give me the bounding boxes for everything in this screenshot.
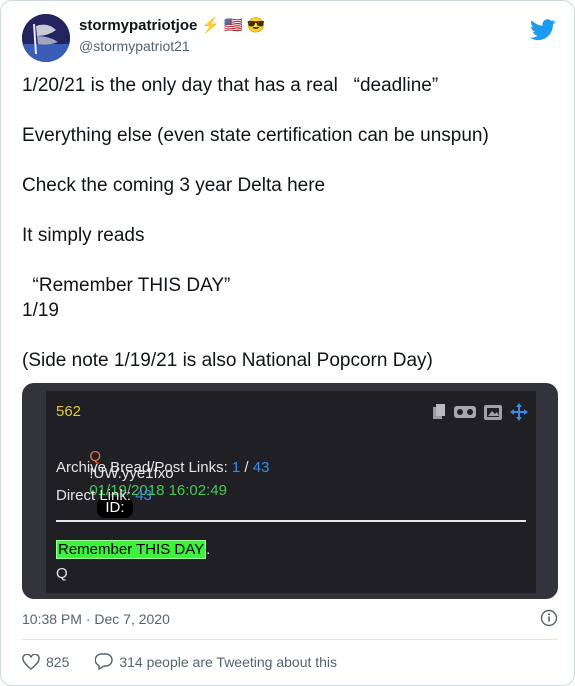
us-flag-emoji-icon: 🇺🇸 bbox=[224, 17, 243, 34]
tweet-text-line: (Side note 1/19/21 is also National Popc… bbox=[22, 350, 433, 371]
archive-label: Archive Bread/Post Links: bbox=[56, 459, 228, 476]
tweet-text-line: 1/20/21 is the only day that has a real … bbox=[22, 75, 439, 96]
twitter-bird-icon[interactable] bbox=[530, 19, 556, 46]
highlight-suffix: . bbox=[206, 541, 211, 558]
embedded-screenshot[interactable]: 562 Q !UW.yye1fxo 01/19/2018 16:02:49 ID… bbox=[22, 383, 558, 599]
lightning-emoji-icon: ⚡ bbox=[201, 17, 221, 34]
tweet-timestamp[interactable]: 10:38 PM · Dec 7, 2020 bbox=[22, 611, 170, 627]
divider bbox=[22, 639, 558, 640]
like-count: 825 bbox=[46, 653, 70, 670]
direct-link-label: Direct Link: bbox=[56, 487, 132, 504]
archive-link-2[interactable]: 43 bbox=[253, 459, 270, 476]
tweet-text-line: Everything else (even state certificatio… bbox=[22, 125, 489, 146]
tweet-actions: 825 314 people are Tweeting about this bbox=[22, 653, 363, 670]
info-icon[interactable] bbox=[540, 609, 558, 632]
archive-separator: / bbox=[240, 459, 253, 476]
tweet-card: stormypatriotjoe ⚡ 🇺🇸 😎 @stormypatriot21… bbox=[0, 0, 575, 686]
avatar-flag-image bbox=[22, 14, 70, 62]
vr-headset-icon bbox=[454, 406, 476, 418]
tweet-text-line: It simply reads bbox=[22, 225, 145, 246]
conversation-action[interactable]: 314 people are Tweeting about this bbox=[95, 653, 337, 670]
image-icon bbox=[484, 404, 502, 420]
tweet-text-line: “Remember THIS DAY” bbox=[22, 275, 231, 296]
conversation-text: 314 people are Tweeting about this bbox=[119, 653, 338, 670]
archive-link-1[interactable]: 1 bbox=[232, 459, 240, 476]
direct-link[interactable]: 43 bbox=[135, 487, 152, 504]
highlighted-text: Remember THIS DAY bbox=[56, 540, 207, 559]
reply-bubble-icon bbox=[95, 653, 114, 670]
post-toolbar bbox=[432, 403, 528, 421]
q-post: 562 Q !UW.yye1fxo 01/19/2018 16:02:49 ID… bbox=[46, 391, 536, 593]
heart-icon bbox=[22, 653, 40, 670]
post-header: Q !UW.yye1fxo 01/19/2018 16:02:49 ID: bbox=[56, 431, 227, 533]
user-handle[interactable]: @stormypatriot21 bbox=[79, 38, 190, 54]
avatar[interactable] bbox=[22, 14, 70, 62]
post-number: 562 bbox=[56, 403, 82, 420]
post-signature: Q bbox=[56, 565, 68, 582]
post-message: Remember THIS DAY. bbox=[56, 540, 211, 559]
post-divider bbox=[56, 520, 526, 522]
copy-icon bbox=[433, 404, 445, 419]
tweet-text-line: 1/19 bbox=[22, 300, 59, 321]
direct-link-row: Direct Link: 43 bbox=[56, 487, 152, 504]
archive-links-row: Archive Bread/Post Links: 1 / 43 bbox=[56, 459, 269, 476]
move-arrows-icon bbox=[510, 403, 528, 421]
name-row: stormypatriotjoe ⚡ 🇺🇸 😎 bbox=[79, 17, 265, 34]
sunglasses-emoji-icon: 😎 bbox=[246, 17, 266, 34]
like-action[interactable]: 825 bbox=[22, 653, 70, 670]
display-name[interactable]: stormypatriotjoe bbox=[79, 17, 197, 34]
tweet-text-line: Check the coming 3 year Delta here bbox=[22, 175, 326, 196]
